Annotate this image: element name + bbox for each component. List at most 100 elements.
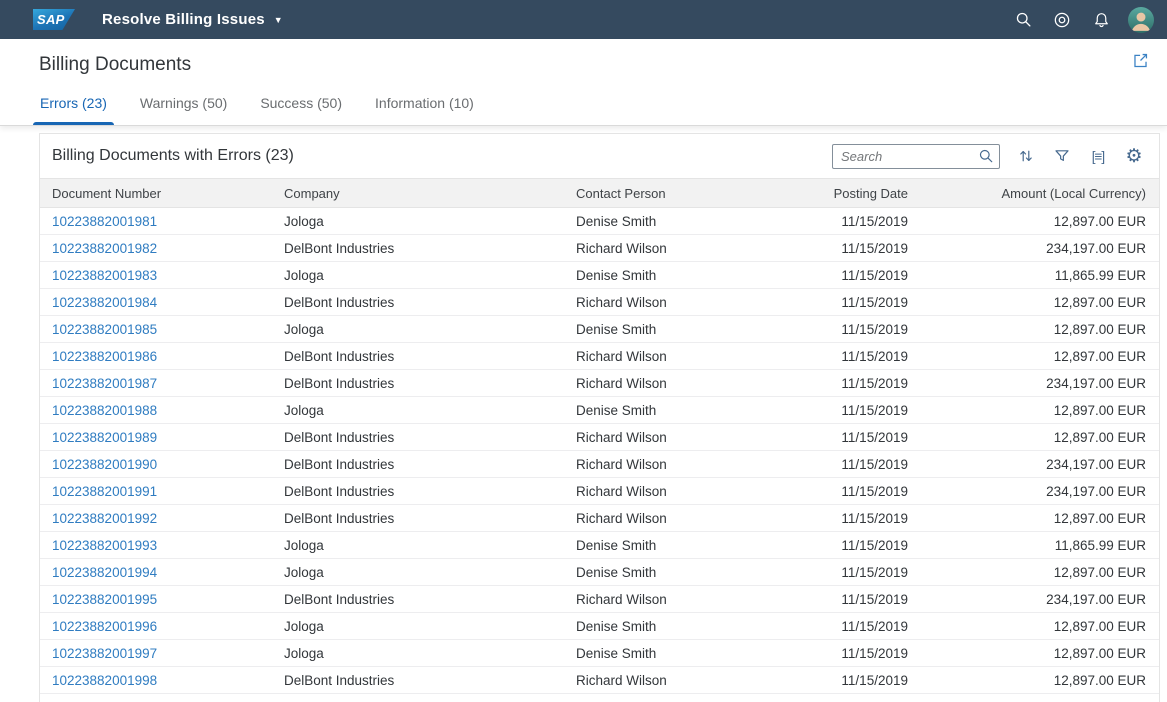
document-number-link[interactable]: 10223882001982 bbox=[52, 241, 157, 256]
posting-date-cell: 11/15/2019 bbox=[804, 667, 916, 694]
notifications-bell-icon[interactable] bbox=[1089, 8, 1113, 32]
column-header-amount[interactable]: Amount (Local Currency) bbox=[916, 179, 1159, 208]
shellbar-actions bbox=[1011, 7, 1154, 33]
search-icon[interactable] bbox=[1011, 8, 1035, 32]
table-header: Document Number Company Contact Person P… bbox=[40, 179, 1159, 208]
document-number-link[interactable]: 10223882001990 bbox=[52, 457, 157, 472]
posting-date-cell: 11/15/2019 bbox=[804, 289, 916, 316]
search-input[interactable] bbox=[832, 144, 1000, 169]
table-row: 10223882001987 DelBont Industries Richar… bbox=[40, 370, 1159, 397]
amount-cell: 234,197.00 EUR bbox=[916, 478, 1159, 505]
search-submit-icon[interactable] bbox=[978, 148, 994, 169]
contact-person-cell: Denise Smith bbox=[564, 262, 804, 289]
table-title: Billing Documents with Errors (23) bbox=[52, 147, 294, 165]
tab-success[interactable]: Success (50) bbox=[260, 95, 342, 125]
amount-cell: 12,897.00 EUR bbox=[916, 343, 1159, 370]
contact-person-cell: Richard Wilson bbox=[564, 289, 804, 316]
document-number-link[interactable]: 10223882001983 bbox=[52, 268, 157, 283]
table-row: 10223882001984 DelBont Industries Richar… bbox=[40, 289, 1159, 316]
tab-information[interactable]: Information (10) bbox=[375, 95, 474, 125]
contact-person-cell: Richard Wilson bbox=[564, 667, 804, 694]
table-row: 10223882001993 Jologa Denise Smith 11/15… bbox=[40, 532, 1159, 559]
filter-icon[interactable] bbox=[1052, 146, 1072, 166]
app-title: Resolve Billing Issues bbox=[102, 11, 265, 28]
document-number-link[interactable]: 10223882001984 bbox=[52, 295, 157, 310]
group-icon[interactable]: [≡] bbox=[1088, 146, 1108, 166]
table-row: 10223882001998 DelBont Industries Richar… bbox=[40, 667, 1159, 694]
column-header-company[interactable]: Company bbox=[272, 179, 564, 208]
copilot-icon[interactable] bbox=[1050, 8, 1074, 32]
document-number-link[interactable]: 10223882001991 bbox=[52, 484, 157, 499]
posting-date-cell: 11/15/2019 bbox=[804, 694, 916, 702]
table-row: 10223882001997 Jologa Denise Smith 11/15… bbox=[40, 640, 1159, 667]
company-cell: Jologa bbox=[272, 316, 564, 343]
posting-date-cell: 11/15/2019 bbox=[804, 424, 916, 451]
document-number-link[interactable]: 10223882001995 bbox=[52, 592, 157, 607]
company-cell: Jologa bbox=[272, 532, 564, 559]
column-header-contact-person[interactable]: Contact Person bbox=[564, 179, 804, 208]
document-number-link[interactable]: 10223882001981 bbox=[52, 214, 157, 229]
table-row: 10223882001985 Jologa Denise Smith 11/15… bbox=[40, 316, 1159, 343]
posting-date-cell: 11/15/2019 bbox=[804, 640, 916, 667]
user-avatar[interactable] bbox=[1128, 7, 1154, 33]
tab-warnings[interactable]: Warnings (50) bbox=[140, 95, 227, 125]
posting-date-cell: 11/15/2019 bbox=[804, 370, 916, 397]
company-cell: DelBont Industries bbox=[272, 586, 564, 613]
amount-cell: 12,897.00 EUR bbox=[916, 208, 1159, 235]
document-number-link[interactable]: 10223882001992 bbox=[52, 511, 157, 526]
tab-errors[interactable]: Errors (23) bbox=[40, 95, 107, 125]
posting-date-cell: 11/15/2019 bbox=[804, 613, 916, 640]
table-row: 10223882001988 Jologa Denise Smith 11/15… bbox=[40, 397, 1159, 424]
amount-cell: 12,897.00 EUR bbox=[916, 397, 1159, 424]
amount-cell: 234,197.00 EUR bbox=[916, 451, 1159, 478]
company-cell: Jologa bbox=[272, 640, 564, 667]
contact-person-cell: Richard Wilson bbox=[564, 694, 804, 702]
shellbar: SAP Resolve Billing Issues ▼ bbox=[0, 0, 1167, 39]
column-header-posting-date[interactable]: Posting Date bbox=[804, 179, 916, 208]
settings-gear-icon[interactable]: ⚙ bbox=[1124, 146, 1144, 166]
posting-date-cell: 11/15/2019 bbox=[804, 532, 916, 559]
document-number-link[interactable]: 10223882001987 bbox=[52, 376, 157, 391]
contact-person-cell: Richard Wilson bbox=[564, 343, 804, 370]
column-header-document-number[interactable]: Document Number bbox=[40, 179, 272, 208]
document-number-link[interactable]: 10223882001994 bbox=[52, 565, 157, 580]
table-card: Billing Documents with Errors (23) bbox=[39, 133, 1160, 702]
posting-date-cell: 11/15/2019 bbox=[804, 316, 916, 343]
table-row: 10223882001995 DelBont Industries Richar… bbox=[40, 586, 1159, 613]
app-title-dropdown[interactable]: ▼ bbox=[274, 15, 283, 25]
document-number-link[interactable]: 10223882001988 bbox=[52, 403, 157, 418]
document-number-link[interactable]: 10223882001989 bbox=[52, 430, 157, 445]
company-cell: DelBont Industries bbox=[272, 505, 564, 532]
page-header: Billing Documents Errors (23) Warnings (… bbox=[0, 39, 1167, 126]
document-number-link[interactable]: 10223882001998 bbox=[52, 673, 157, 688]
company-cell: Jologa bbox=[272, 559, 564, 586]
amount-cell: 234,197.00 EUR bbox=[916, 586, 1159, 613]
sap-logo[interactable]: SAP bbox=[33, 9, 75, 30]
table-toolbar: Billing Documents with Errors (23) bbox=[40, 134, 1159, 178]
amount-cell: 234,197.00 EUR bbox=[916, 694, 1159, 702]
document-number-link[interactable]: 10223882001996 bbox=[52, 619, 157, 634]
document-number-link[interactable]: 10223882001985 bbox=[52, 322, 157, 337]
posting-date-cell: 11/15/2019 bbox=[804, 397, 916, 424]
contact-person-cell: Denise Smith bbox=[564, 397, 804, 424]
table-body: 10223882001981 Jologa Denise Smith 11/15… bbox=[40, 208, 1159, 702]
document-number-link[interactable]: 10223882001993 bbox=[52, 538, 157, 553]
share-icon[interactable] bbox=[1129, 49, 1151, 71]
company-cell: DelBont Industries bbox=[272, 289, 564, 316]
contact-person-cell: Richard Wilson bbox=[564, 235, 804, 262]
amount-cell: 11,865.99 EUR bbox=[916, 532, 1159, 559]
content-area: Billing Documents with Errors (23) bbox=[0, 126, 1167, 702]
amount-cell: 12,897.00 EUR bbox=[916, 289, 1159, 316]
document-number-link[interactable]: 10223882001997 bbox=[52, 646, 157, 661]
sort-icon[interactable] bbox=[1016, 146, 1036, 166]
table-row: 10223882001999 DelBont Industries Richar… bbox=[40, 694, 1159, 702]
contact-person-cell: Denise Smith bbox=[564, 559, 804, 586]
table-row: 10223882001991 DelBont Industries Richar… bbox=[40, 478, 1159, 505]
company-cell: DelBont Industries bbox=[272, 478, 564, 505]
contact-person-cell: Richard Wilson bbox=[564, 478, 804, 505]
company-cell: DelBont Industries bbox=[272, 370, 564, 397]
table-row: 10223882001989 DelBont Industries Richar… bbox=[40, 424, 1159, 451]
table-row: 10223882001982 DelBont Industries Richar… bbox=[40, 235, 1159, 262]
document-number-link[interactable]: 10223882001986 bbox=[52, 349, 157, 364]
table-row: 10223882001994 Jologa Denise Smith 11/15… bbox=[40, 559, 1159, 586]
